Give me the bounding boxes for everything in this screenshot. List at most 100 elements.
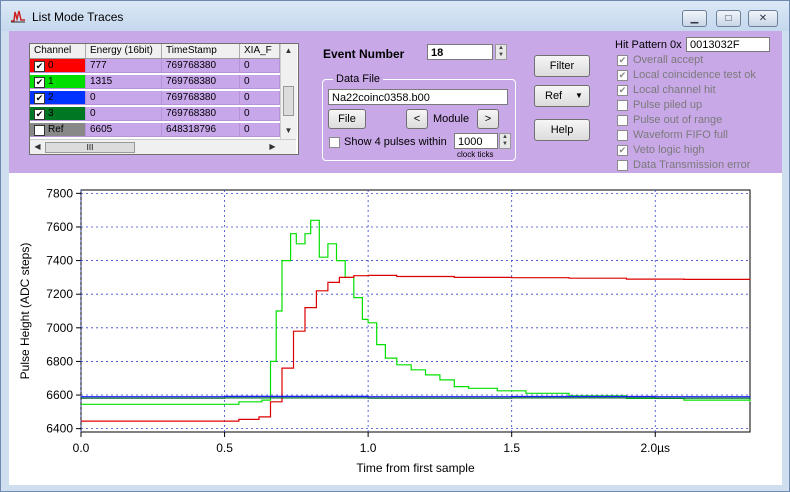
scroll-left-icon[interactable]: ◀ [30, 140, 45, 154]
scroll-right-icon[interactable]: ▶ [265, 140, 280, 154]
hit-flag-label: Local channel hit [633, 84, 716, 96]
hit-flag-checkbox: ✔ [617, 85, 628, 96]
channel-cell[interactable]: ✔ 2 [30, 91, 86, 105]
channel-table: Channel Energy (16bit) TimeStamp XIA_F ✔… [29, 43, 299, 155]
ref-dropdown-button[interactable]: Ref ▼ [534, 85, 590, 107]
x-tick-label: 2.0µs [640, 441, 670, 455]
channel-checkbox[interactable]: ✔ [34, 77, 45, 88]
trace-chart[interactable]: 6400 6600 6800 7000 7200 7400 7600 7800 0.0 0.5 1.… [9, 173, 782, 485]
hit-pattern-input[interactable]: 0013032F [686, 37, 770, 52]
channel-checkbox[interactable]: ✔ [34, 93, 45, 104]
channel-name: 2 [48, 92, 54, 103]
hit-flag-checkbox: ✔ [617, 70, 628, 81]
vertical-scroll-thumb[interactable] [283, 86, 294, 116]
channel-cell[interactable]: Ref [30, 123, 86, 137]
window-title: List Mode Traces [32, 10, 124, 24]
event-number-label: Event Number [323, 47, 405, 61]
y-tick-label: 6600 [46, 388, 73, 402]
close-button[interactable]: ✕ [748, 10, 778, 27]
hit-flag-checkbox [617, 160, 628, 171]
x-tick-label: 1.0 [360, 441, 377, 455]
close-icon: ✕ [758, 13, 768, 24]
horizontal-scroll-thumb[interactable]: III [45, 142, 135, 153]
timestamp-cell: 769768380 [162, 107, 240, 121]
x-tick-label: 0.5 [216, 441, 233, 455]
channel-cell[interactable]: ✔ 0 [30, 59, 86, 73]
x-axis-label: Time from first sample [356, 461, 475, 475]
channel-name: 3 [48, 108, 54, 119]
hit-flag-label: Overall accept [633, 54, 704, 66]
channel-cell[interactable]: ✔ 3 [30, 107, 86, 121]
table-horizontal-scrollbar[interactable]: ◀ III ▶ [30, 139, 296, 154]
timestamp-cell: 769768380 [162, 59, 240, 73]
data-file-group-label: Data File [333, 73, 384, 85]
energy-cell: 0 [86, 107, 162, 121]
plot-frame [80, 189, 751, 433]
y-tick-label: 7000 [46, 321, 73, 335]
column-header-timestamp[interactable]: TimeStamp [162, 44, 240, 58]
channel-checkbox[interactable] [34, 125, 45, 136]
table-header: Channel Energy (16bit) TimeStamp XIA_F [30, 44, 280, 59]
clock-ticks-label: clock ticks [457, 150, 494, 159]
maximize-icon: □ [725, 13, 732, 24]
xia-cell: 0 [240, 123, 280, 137]
timestamp-cell: 648318796 [162, 123, 240, 137]
table-row[interactable]: ✔ 3 0 769768380 0 [30, 107, 280, 121]
spin-down-icon: ▼ [502, 141, 508, 147]
pulses-window-input[interactable]: 1000 [454, 133, 498, 149]
x-tick-label: 0.0 [73, 441, 90, 455]
column-header-channel[interactable]: Channel [30, 44, 86, 58]
data-file-input[interactable]: Na22coinc0358.b00 [328, 89, 508, 105]
timestamp-cell: 769768380 [162, 91, 240, 105]
pulses-window-spinner[interactable]: ▲ ▼ [499, 133, 511, 149]
hit-flag-label: Pulse piled up [633, 99, 703, 111]
channel-checkbox[interactable]: ✔ [34, 109, 45, 120]
event-number-spinner[interactable]: ▲ ▼ [495, 44, 507, 60]
control-panel: Channel Energy (16bit) TimeStamp XIA_F ✔… [9, 31, 782, 173]
filter-button[interactable]: Filter [534, 55, 590, 77]
show-pulses-label: Show 4 pulses within [344, 136, 447, 148]
channel-cell[interactable]: ✔ 1 [30, 75, 86, 89]
hit-flag-label: Waveform FIFO full [633, 129, 728, 141]
table-row[interactable]: Ref 6605 648318796 0 [30, 123, 280, 137]
table-row[interactable]: ✔ 0 777 769768380 0 [30, 59, 280, 73]
y-tick-label: 7800 [46, 186, 73, 200]
event-number-input[interactable]: 18 [427, 44, 493, 60]
hit-flag-checkbox: ✔ [617, 55, 628, 66]
show-pulses-checkbox[interactable] [329, 137, 340, 148]
spin-up-icon: ▲ [502, 134, 508, 140]
dropdown-arrow-icon: ▼ [575, 91, 583, 100]
main-window: List Mode Traces ▁ □ ✕ Channel Energy (1… [0, 0, 790, 492]
energy-cell: 777 [86, 59, 162, 73]
module-label: Module [433, 113, 470, 125]
minimize-button[interactable]: ▁ [682, 10, 707, 27]
maximize-button[interactable]: □ [716, 10, 741, 27]
hit-flag-label: Local coincidence test ok [633, 69, 756, 81]
help-button[interactable]: Help [534, 119, 590, 141]
channel-checkbox[interactable]: ✔ [34, 61, 45, 72]
table-vertical-scrollbar[interactable]: ▲ ▼ [280, 44, 297, 139]
scroll-up-icon[interactable]: ▲ [281, 44, 296, 58]
table-row[interactable]: ✔ 1 1315 769768380 0 [30, 75, 280, 89]
column-header-xia[interactable]: XIA_F [240, 44, 280, 58]
hit-flag-label: Pulse out of range [633, 114, 723, 126]
y-tick-label: 6400 [46, 422, 73, 436]
column-header-energy[interactable]: Energy (16bit) [86, 44, 162, 58]
module-next-button[interactable]: > [477, 109, 499, 129]
channel-name: 1 [48, 76, 54, 87]
scroll-down-icon[interactable]: ▼ [281, 124, 296, 138]
y-tick-label: 7200 [46, 287, 73, 301]
minimize-icon: ▁ [690, 13, 699, 24]
table-row[interactable]: ✔ 2 0 769768380 0 [30, 91, 280, 105]
hit-flag-checkbox [617, 115, 628, 126]
timestamp-cell: 769768380 [162, 75, 240, 89]
channel-name: 0 [48, 60, 54, 71]
x-tick-label: 1.5 [503, 441, 520, 455]
title-bar[interactable]: List Mode Traces ▁ □ ✕ [1, 1, 789, 31]
channel-name: Ref [48, 124, 64, 135]
file-button[interactable]: File [328, 109, 366, 129]
module-prev-button[interactable]: < [406, 109, 428, 129]
hit-flag-checkbox: ✔ [617, 145, 628, 156]
hit-flag-checkbox [617, 130, 628, 141]
spin-down-icon: ▼ [498, 52, 504, 58]
